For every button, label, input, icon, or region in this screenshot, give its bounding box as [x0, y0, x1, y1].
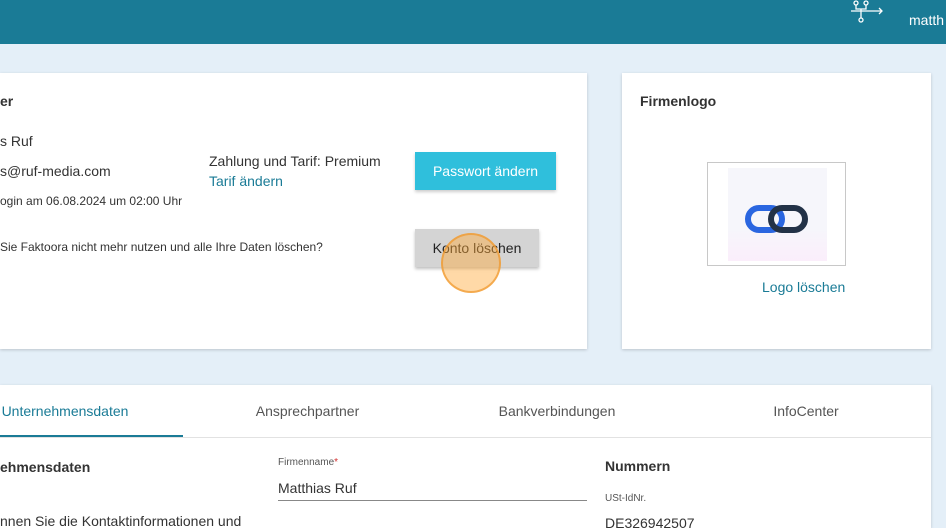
account-card: er s Ruf s@ruf-media.com ogin am 06.08.2…	[0, 73, 587, 349]
top-app-bar: matth	[0, 0, 946, 44]
account-name: s Ruf	[0, 133, 33, 149]
last-login-text: ogin am 06.08.2024 um 02:00 Uhr	[0, 194, 183, 208]
click-indicator	[441, 233, 501, 293]
change-password-button[interactable]: Passwort ändern	[415, 152, 556, 190]
company-name-underline	[278, 500, 587, 501]
account-email: s@ruf-media.com	[0, 163, 111, 179]
chain-link-logo-icon	[745, 205, 809, 238]
account-card-title: er	[0, 93, 14, 109]
company-name-input[interactable]: Matthias Ruf	[278, 480, 357, 496]
tab-ansprechpartner[interactable]: Ansprechpartner	[230, 385, 385, 437]
delete-logo-link[interactable]: Logo löschen	[762, 279, 845, 295]
tab-divider	[0, 437, 931, 438]
company-name-label: Firmenname*	[278, 457, 339, 468]
org-structure-icon[interactable]	[848, 0, 886, 24]
logo-preview	[707, 162, 846, 266]
tab-unternehmensdaten[interactable]: Unternehmensdaten	[0, 385, 140, 437]
company-section-description: nnen Sie die Kontaktinformationen und	[0, 513, 242, 528]
tab-infocenter[interactable]: InfoCenter	[760, 385, 852, 437]
numbers-section-title: Nummern	[605, 458, 671, 474]
company-details-card: Unternehmensdaten Ansprechpartner Bankve…	[0, 385, 931, 528]
tab-bankverbindungen[interactable]: Bankverbindungen	[480, 385, 634, 437]
company-logo-title: Firmenlogo	[640, 93, 717, 109]
active-tab-indicator	[0, 435, 183, 437]
vat-id-input[interactable]: DE326942507	[605, 515, 695, 528]
change-plan-link[interactable]: Tarif ändern	[209, 173, 283, 189]
required-marker: *	[334, 457, 339, 468]
company-section-title: ehmensdaten	[0, 459, 91, 475]
delete-account-question: Sie Faktoora nicht mehr nutzen und alle …	[0, 240, 323, 254]
logo-image-area	[728, 168, 827, 261]
vat-id-label: USt-IdNr.	[605, 493, 647, 504]
plan-text: Zahlung und Tarif: Premium	[209, 153, 381, 169]
user-menu-name[interactable]: matth	[909, 12, 944, 28]
company-logo-card: Firmenlogo Logo löschen	[622, 73, 931, 349]
